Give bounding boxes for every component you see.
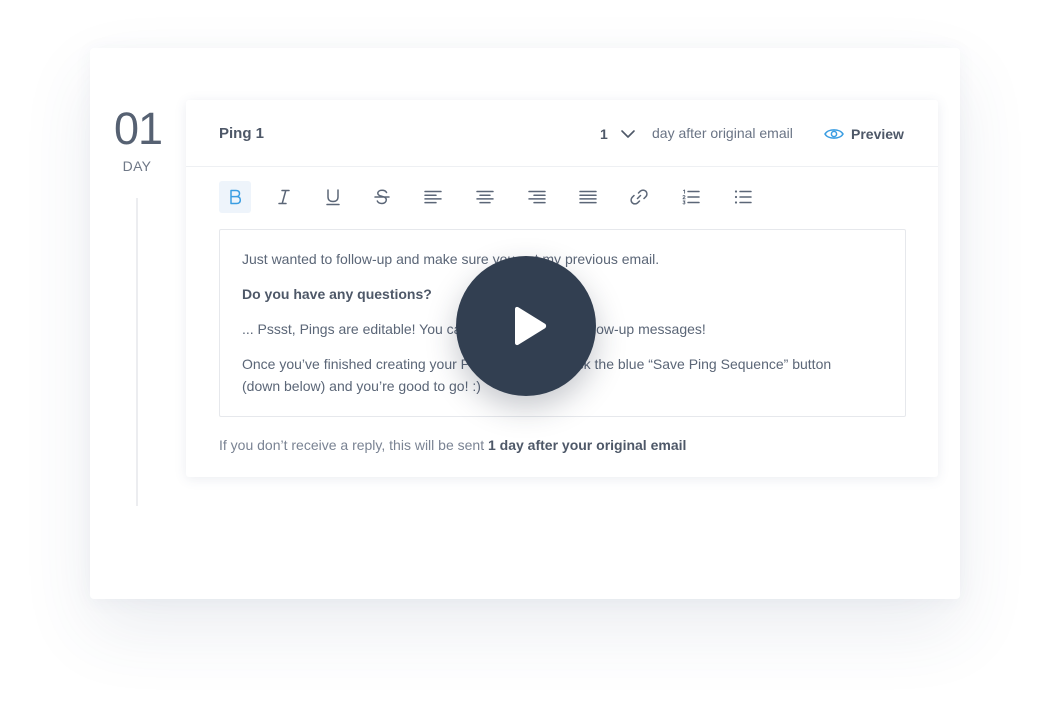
- bold-icon: [230, 189, 242, 205]
- bold-button[interactable]: [219, 181, 251, 213]
- days-value: 1: [600, 126, 608, 142]
- underline-icon: [326, 189, 340, 206]
- day-number: 01: [114, 103, 163, 154]
- preview-label: Preview: [851, 126, 904, 142]
- send-schedule-prefix: If you don’t receive a reply, this will …: [219, 437, 488, 453]
- align-left-icon: [424, 190, 442, 204]
- days-select[interactable]: 1: [600, 122, 636, 146]
- justify-button[interactable]: [572, 181, 604, 213]
- align-center-icon: [476, 190, 494, 204]
- play-icon: [515, 306, 547, 346]
- ordered-list-button[interactable]: [675, 181, 707, 213]
- justify-icon: [579, 190, 597, 204]
- italic-icon: [278, 189, 290, 205]
- send-schedule-emphasis: 1 day after your original email: [487, 437, 687, 453]
- send-schedule-note: If you don’t receive a reply, this will …: [219, 437, 686, 453]
- days-after-label: day after original email: [652, 125, 793, 141]
- italic-button[interactable]: [268, 181, 300, 213]
- ordered-list-icon: [682, 189, 700, 205]
- link-icon: [630, 189, 648, 205]
- day-label: DAY: [122, 158, 152, 174]
- align-left-button[interactable]: [417, 181, 449, 213]
- play-video-button[interactable]: [456, 256, 596, 396]
- underline-button[interactable]: [317, 181, 349, 213]
- timeline-line: [136, 198, 138, 506]
- strikethrough-button[interactable]: [366, 181, 398, 213]
- align-right-icon: [528, 190, 546, 204]
- ping-title: Ping 1: [219, 125, 265, 142]
- bullet-list-button[interactable]: [727, 181, 759, 213]
- ping-header: Ping 1 1 day after original email Previe…: [186, 100, 938, 167]
- strikethrough-icon: [374, 189, 390, 205]
- preview-button[interactable]: Preview: [824, 122, 904, 146]
- align-center-button[interactable]: [469, 181, 501, 213]
- align-right-button[interactable]: [521, 181, 553, 213]
- link-button[interactable]: [623, 181, 655, 213]
- eye-icon: [824, 127, 844, 141]
- chevron-down-icon: [620, 126, 636, 142]
- bullet-list-icon: [734, 190, 752, 204]
